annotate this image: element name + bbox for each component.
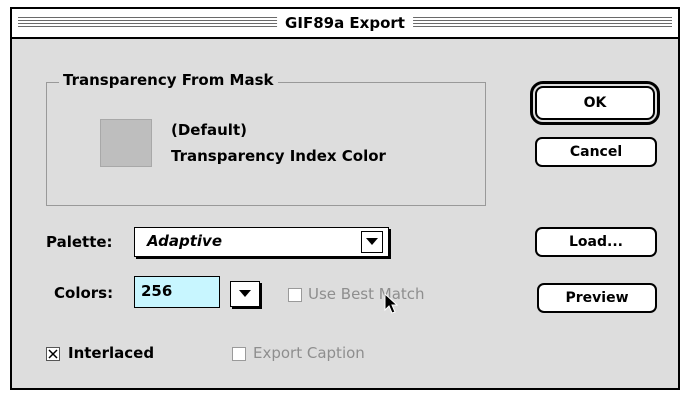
export-caption-label: Export Caption [253, 344, 365, 362]
export-caption-checkbox[interactable] [232, 347, 246, 361]
interlaced-label: Interlaced [68, 344, 155, 362]
load-button[interactable]: Load... [535, 227, 657, 257]
colors-dropdown-button[interactable] [230, 281, 260, 307]
palette-popup[interactable]: Adaptive [134, 227, 389, 257]
transparency-default-label: (Default) [171, 121, 247, 139]
palette-label: Palette: [46, 233, 113, 251]
use-best-match-checkbox[interactable] [288, 288, 302, 302]
title-bar[interactable]: GIF89a Export [12, 9, 678, 39]
palette-value: Adaptive [147, 232, 223, 250]
chevron-down-icon [239, 290, 251, 297]
arrow-pointer-icon [384, 293, 398, 314]
colors-label: Colors: [54, 284, 114, 302]
window-title: GIF89a Export [277, 13, 413, 33]
interlaced-checkbox[interactable] [46, 347, 60, 361]
transparency-color-swatch[interactable] [100, 119, 152, 167]
gif89a-export-dialog: GIF89a Export Transparency From Mask (De… [10, 7, 680, 390]
chevron-down-icon [366, 238, 378, 245]
colors-input[interactable]: 256 [134, 276, 220, 308]
transparency-index-color-label: Transparency Index Color [171, 147, 386, 165]
transparency-group: Transparency From Mask (Default) Transpa… [46, 71, 486, 206]
cancel-button[interactable]: Cancel [535, 137, 657, 167]
use-best-match-label: Use Best Match [308, 285, 425, 303]
preview-button[interactable]: Preview [537, 283, 657, 313]
ok-button[interactable]: OK [530, 81, 660, 125]
checkmark-x-icon [48, 349, 58, 359]
transparency-group-title: Transparency From Mask [59, 71, 278, 89]
palette-dropdown-button[interactable] [361, 231, 383, 253]
